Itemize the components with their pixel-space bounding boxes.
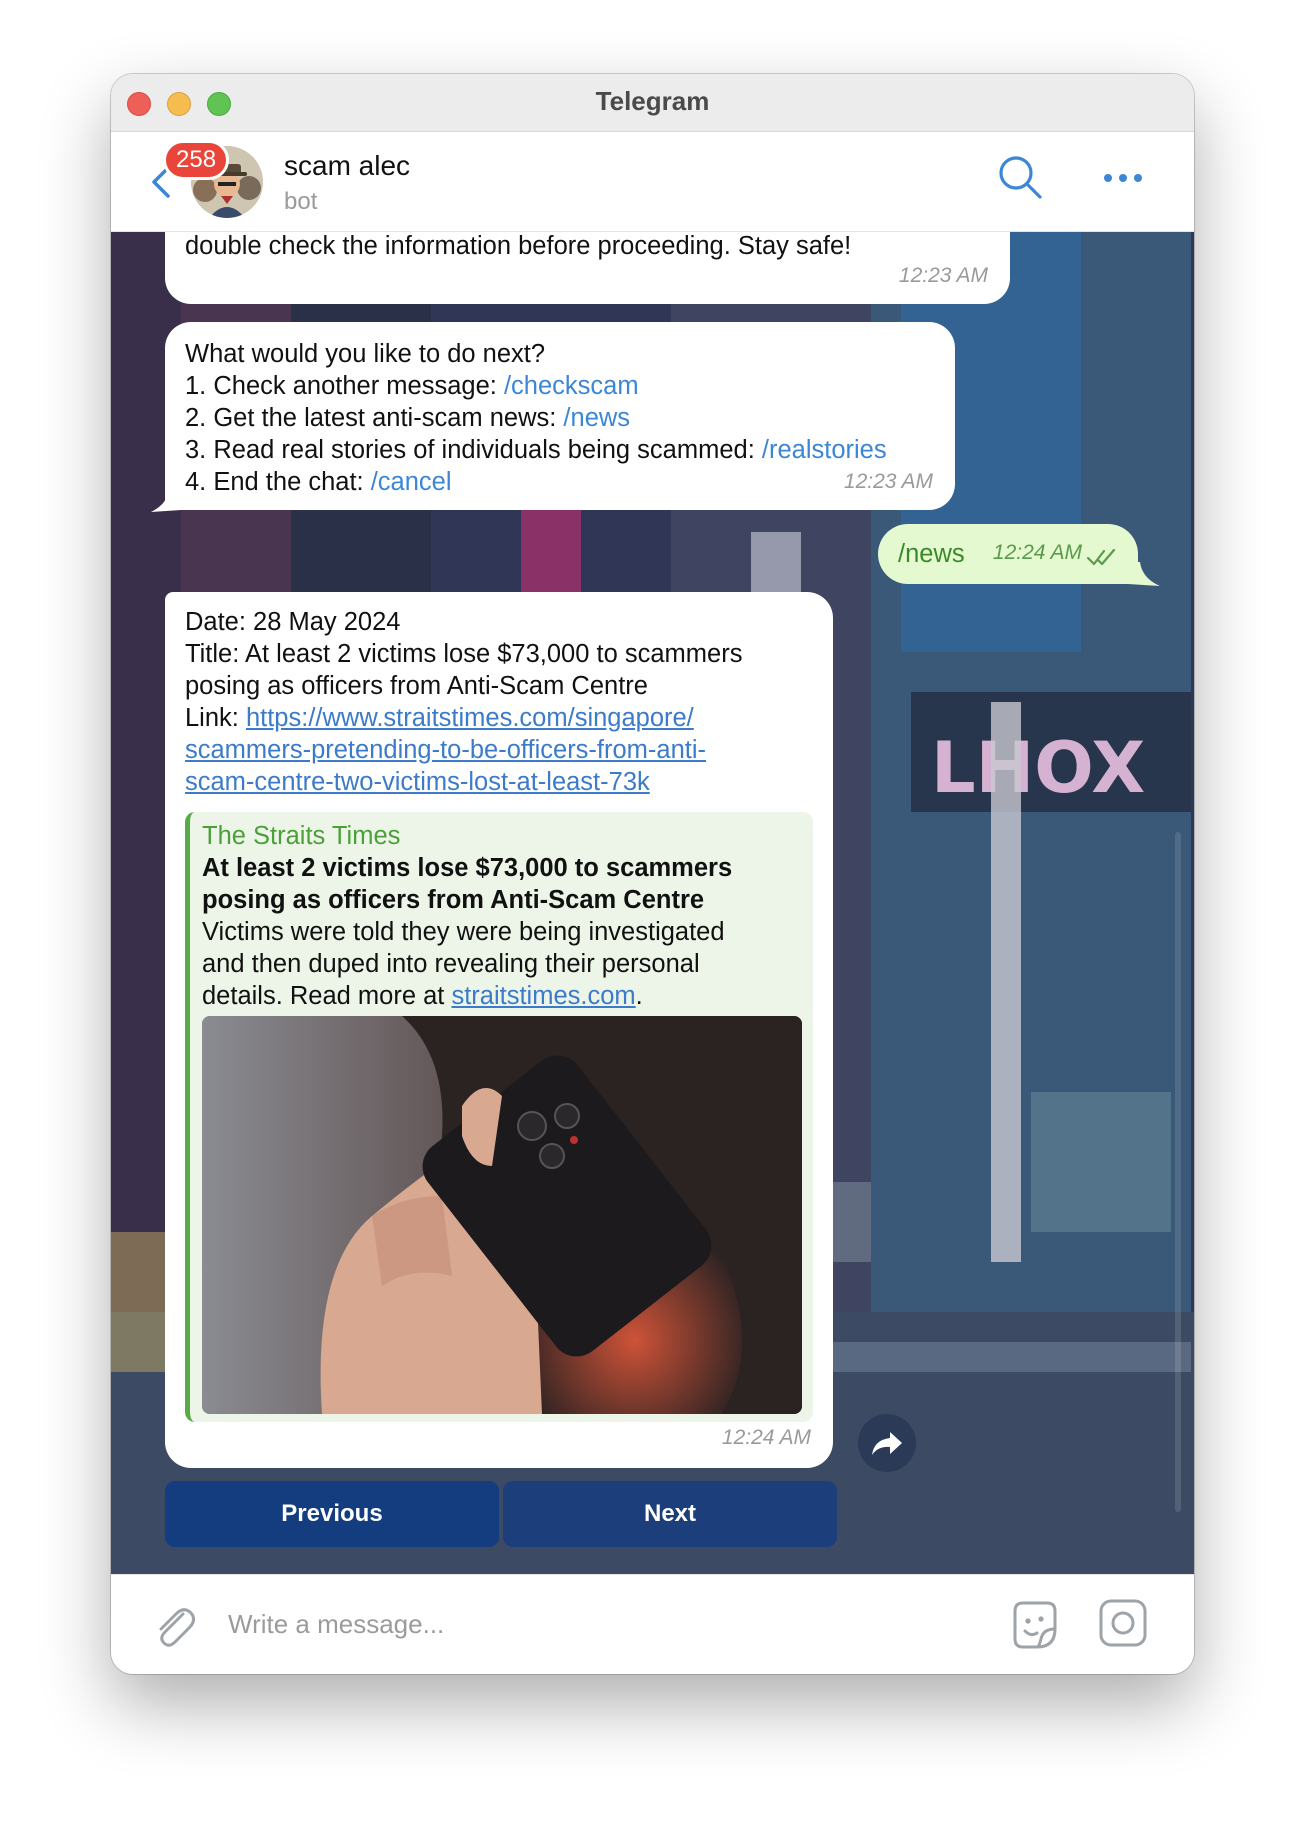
preview-title: posing as officers from Anti-Scam Centre	[202, 886, 705, 914]
menu-item: 1. Check another message: /checkscam	[185, 370, 935, 402]
command-realstories-link[interactable]: /realstories	[762, 436, 887, 464]
unread-count-badge: 258	[163, 140, 230, 180]
search-icon[interactable]	[995, 152, 1045, 202]
news-link[interactable]: https://www.straitstimes.com/singapore/	[246, 704, 694, 732]
preview-description-text: details. Read more at	[202, 982, 452, 1010]
message-time: 12:24 AM	[721, 1426, 811, 1449]
news-link-line: Link: https://www.straitstimes.com/singa…	[185, 702, 813, 734]
telegram-window: Telegram 258 scam alec bot LHOX double c…	[111, 74, 1194, 1674]
preview-title: At least 2 victims lose $73,000 to scamm…	[202, 854, 733, 882]
title-bar: Telegram	[111, 74, 1194, 132]
preview-description: and then duped into revealing their pers…	[202, 950, 700, 978]
next-button[interactable]: Next	[503, 1481, 837, 1547]
menu-item: 3. Read real stories of individuals bein…	[185, 434, 935, 466]
menu-item-label: 3. Read real stories of individuals bein…	[185, 436, 762, 464]
forward-button[interactable]	[858, 1414, 916, 1472]
chat-header: 258 scam alec bot	[111, 132, 1194, 232]
news-link[interactable]: scammers-pretending-to-be-officers-from-…	[185, 736, 706, 764]
news-title-line: Title: At least 2 victims lose $73,000 t…	[185, 640, 743, 668]
message-text: /news	[898, 540, 965, 568]
previous-button[interactable]: Previous	[165, 1481, 499, 1547]
preview-site-link[interactable]: straitstimes.com	[451, 982, 635, 1010]
news-date: Date: 28 May 2024	[185, 608, 401, 636]
preview-description: Victims were told they were being invest…	[202, 918, 725, 946]
preview-description-end: .	[635, 982, 643, 1010]
link-preview-card[interactable]: The Straits Times At least 2 victims los…	[185, 812, 813, 1422]
chat-name[interactable]: scam alec	[284, 150, 410, 182]
menu-intro: What would you like to do next?	[185, 340, 546, 368]
person-on-phone-photo	[202, 1016, 802, 1414]
chat-history[interactable]: LHOX double check the information before…	[111, 232, 1194, 1574]
read-checkmarks-icon	[1086, 548, 1116, 566]
chat-subtitle: bot	[284, 188, 318, 215]
sticker-emoji-icon[interactable]	[1007, 1597, 1063, 1653]
message-time: 12:23 AM	[843, 470, 933, 493]
incoming-news-message[interactable]: Date: 28 May 2024 Title: At least 2 vict…	[165, 592, 833, 1468]
incoming-message-menu[interactable]: What would you like to do next? 1. Check…	[165, 322, 955, 510]
more-options-icon[interactable]	[1101, 168, 1145, 188]
forward-arrow-icon	[872, 1432, 902, 1455]
incoming-message[interactable]: double check the information before proc…	[165, 232, 1010, 304]
news-link[interactable]: scam-centre-two-victims-lost-at-least-73…	[185, 768, 650, 796]
message-text: double check the information before proc…	[185, 232, 852, 260]
command-cancel-link[interactable]: /cancel	[371, 468, 452, 496]
message-input[interactable]	[228, 1597, 948, 1651]
chat-scrollbar[interactable]	[1175, 832, 1181, 1512]
news-title-line: posing as officers from Anti-Scam Centre	[185, 672, 648, 700]
video-message-icon[interactable]	[1097, 1597, 1149, 1649]
svg-text:LHOX: LHOX	[931, 727, 1145, 809]
window-title: Telegram	[595, 86, 710, 116]
news-link-label: Link:	[185, 704, 246, 732]
menu-item-label: 4. End the chat:	[185, 468, 371, 496]
outgoing-message[interactable]: /news 12:24 AM	[878, 524, 1138, 584]
message-time: 12:23 AM	[898, 264, 988, 287]
message-composer	[111, 1574, 1194, 1674]
paperclip-attach-icon[interactable]	[149, 1600, 197, 1650]
preview-site-name: The Straits Times	[202, 822, 401, 850]
menu-item-label: 1. Check another message:	[185, 372, 504, 400]
message-time: 12:24 AM	[992, 541, 1082, 564]
menu-item: 4. End the chat: /cancel	[185, 466, 935, 498]
preview-image[interactable]	[202, 1016, 802, 1414]
preview-description: details. Read more at straitstimes.com.	[202, 980, 801, 1012]
command-checkscam-link[interactable]: /checkscam	[504, 372, 639, 400]
command-news-link[interactable]: /news	[563, 404, 630, 432]
menu-item: 2. Get the latest anti-scam news: /news	[185, 402, 935, 434]
menu-item-label: 2. Get the latest anti-scam news:	[185, 404, 564, 432]
